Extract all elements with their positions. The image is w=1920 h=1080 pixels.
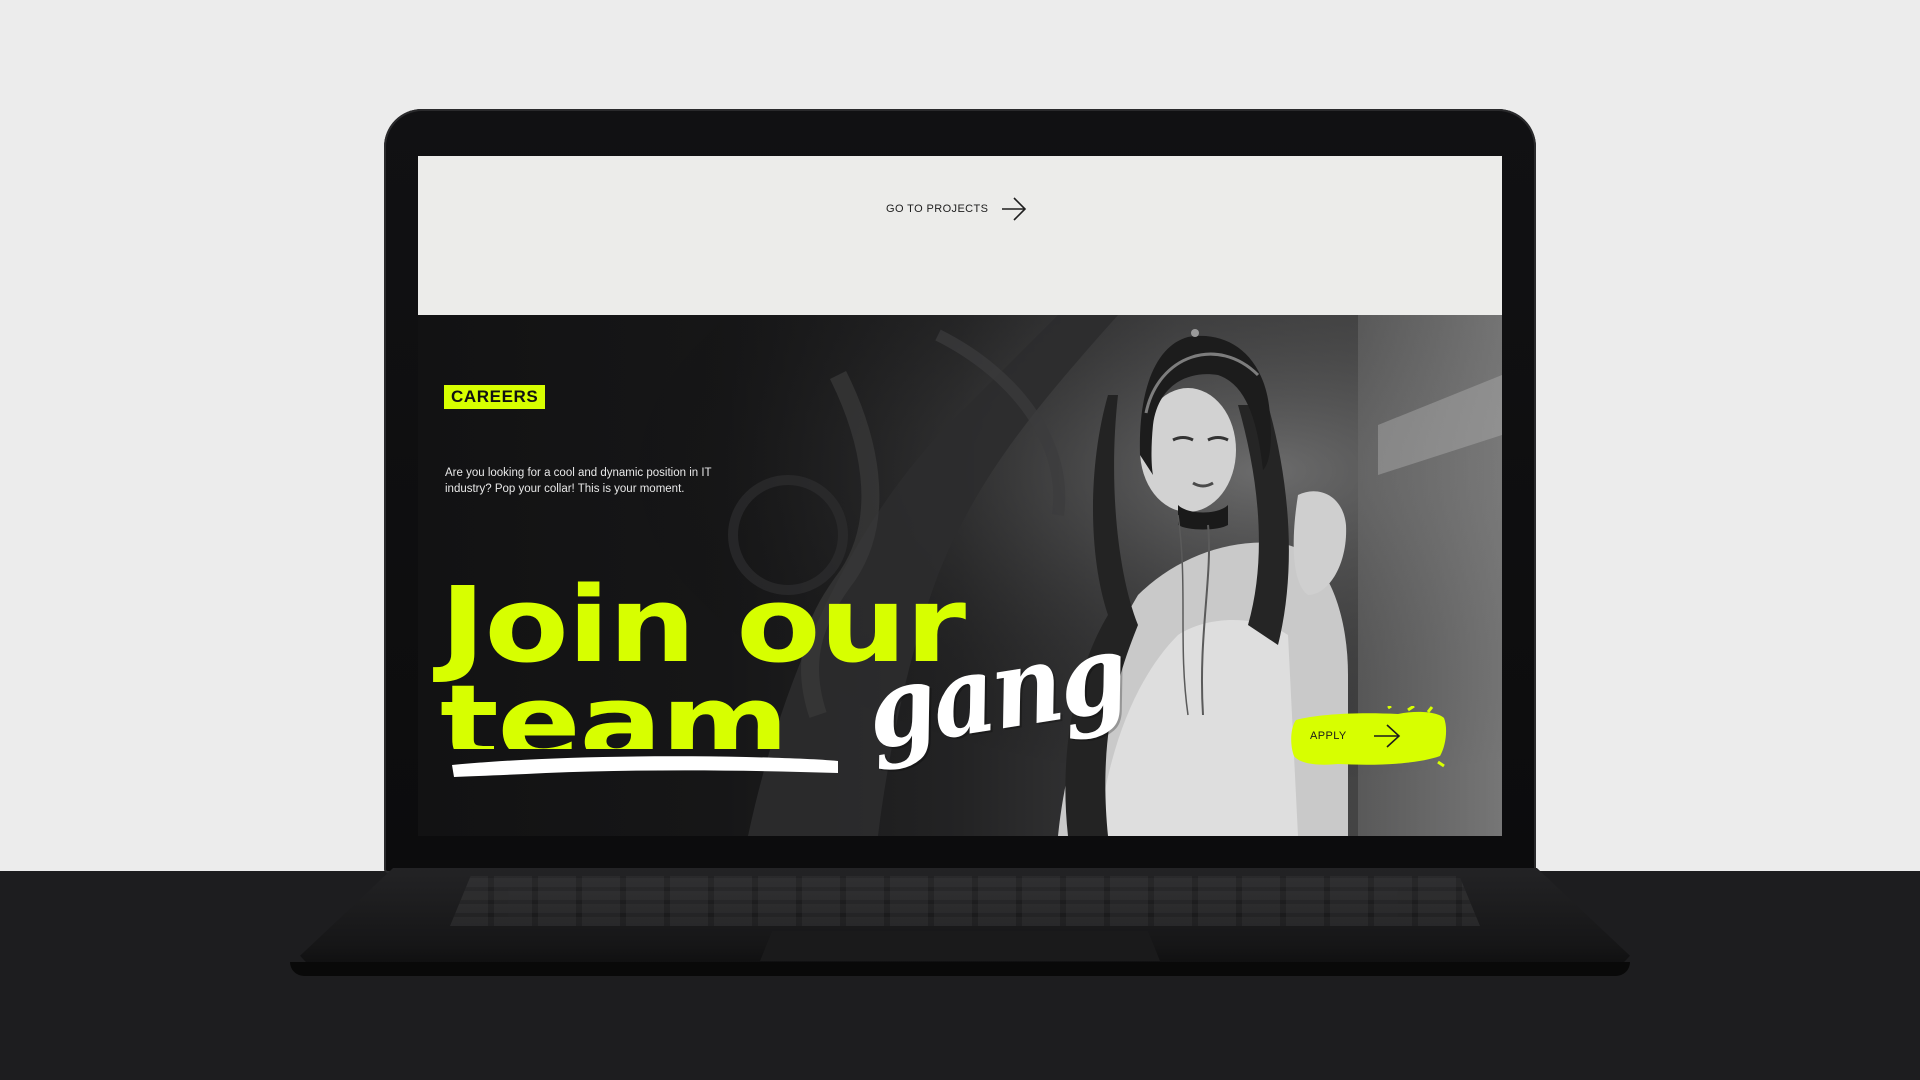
- arrow-right-icon: [1002, 197, 1027, 221]
- keyboard: [450, 876, 1480, 926]
- arrow-right-icon: [1374, 724, 1401, 748]
- trackpad: [760, 931, 1160, 961]
- careers-badge: CAREERS: [444, 385, 546, 409]
- laptop-screen: GO TO PROJECTS CAREERS Are you looking f…: [418, 156, 1502, 836]
- go-to-projects-link[interactable]: GO TO PROJECTS: [886, 196, 1028, 222]
- careers-hero: CAREERS Are you looking for a cool and d…: [418, 315, 1502, 836]
- go-to-projects-label: GO TO PROJECTS: [886, 203, 989, 215]
- apply-button[interactable]: APPLY: [1288, 706, 1448, 768]
- careers-intro-text: Are you looking for a cool and dynamic p…: [445, 467, 712, 495]
- page-top-section: GO TO PROJECTS: [418, 156, 1502, 315]
- brush-strikethrough: [452, 756, 838, 777]
- laptop-base-edge: [290, 962, 1630, 976]
- apply-label: APPLY: [1310, 730, 1347, 742]
